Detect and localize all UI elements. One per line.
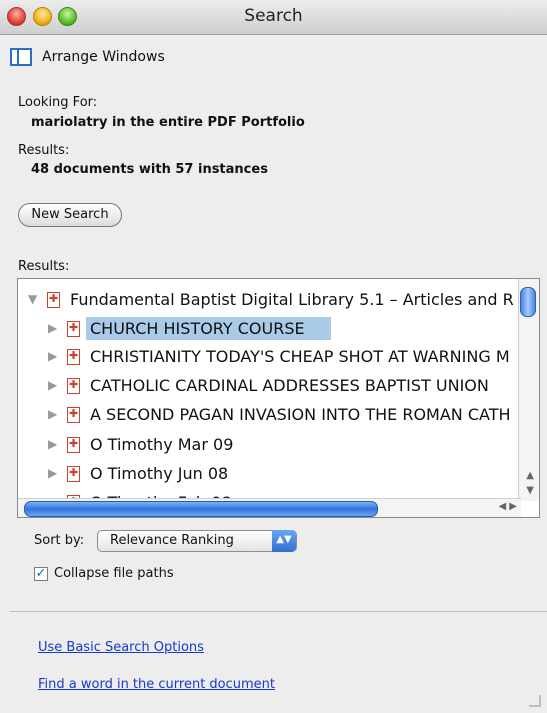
- pdf-icon: [66, 319, 82, 337]
- arrange-windows-label: Arrange Windows: [42, 49, 165, 65]
- collapsed-triangle-icon[interactable]: ▶: [48, 466, 66, 480]
- collapsed-triangle-icon[interactable]: ▶: [48, 321, 66, 335]
- result-row[interactable]: ▶ A SECOND PAGAN INVASION INTO THE ROMAN…: [48, 400, 511, 428]
- collapse-paths-label: Collapse file paths: [54, 566, 174, 581]
- pdf-icon: [66, 347, 82, 365]
- result-row[interactable]: ▶ O Timothy Jun 08: [48, 459, 228, 487]
- vertical-scroll-thumb[interactable]: [520, 287, 536, 317]
- vertical-scrollbar[interactable]: ▲ ▼: [518, 279, 539, 501]
- window-title: Search: [244, 6, 303, 26]
- collapsed-triangle-icon[interactable]: ▶: [48, 349, 66, 363]
- collapse-paths-checkbox[interactable]: ✓: [34, 567, 48, 581]
- result-label: CATHOLIC CARDINAL ADDRESSES BAPTIST UNIO…: [90, 375, 489, 395]
- basic-search-options-link[interactable]: Use Basic Search Options: [38, 640, 204, 655]
- collapsed-triangle-icon[interactable]: ▶: [48, 378, 66, 392]
- result-row[interactable]: ▶ CHURCH HISTORY COURSE: [48, 314, 331, 342]
- looking-for-value: mariolatry in the entire PDF Portfolio: [31, 115, 305, 130]
- resize-grip-icon[interactable]: [529, 695, 541, 707]
- find-word-link[interactable]: Find a word in the current document: [38, 677, 275, 692]
- results-list-label: Results:: [18, 259, 70, 274]
- select-arrows-icon: ▲▼: [272, 530, 296, 552]
- result-label: O Timothy Mar 09: [90, 434, 234, 454]
- tree-root-row[interactable]: ▼ Fundamental Baptist Digital Library 5.…: [28, 285, 514, 313]
- pdf-portfolio-icon: [46, 290, 62, 308]
- title-bar: Search: [0, 0, 547, 35]
- collapsed-triangle-icon[interactable]: ▶: [48, 437, 66, 451]
- arrange-windows-icon: [10, 48, 32, 66]
- sort-by-select[interactable]: Relevance Ranking ▲▼: [97, 530, 297, 552]
- results-tree[interactable]: ▼ Fundamental Baptist Digital Library 5.…: [17, 278, 540, 518]
- pdf-icon: [66, 376, 82, 394]
- tree-root-label: Fundamental Baptist Digital Library 5.1 …: [70, 289, 514, 309]
- results-summary-value: 48 documents with 57 instances: [31, 162, 268, 177]
- result-label: A SECOND PAGAN INVASION INTO THE ROMAN C…: [90, 404, 511, 424]
- separator: [10, 611, 547, 612]
- result-row[interactable]: ▶ CATHOLIC CARDINAL ADDRESSES BAPTIST UN…: [48, 371, 489, 399]
- result-label: CHRISTIANITY TODAY'S CHEAP SHOT AT WARNI…: [90, 346, 510, 366]
- collapsed-triangle-icon[interactable]: ▶: [48, 407, 66, 421]
- sort-by-value: Relevance Ranking: [110, 533, 234, 548]
- new-search-button[interactable]: New Search: [18, 203, 122, 227]
- sort-by-label: Sort by:: [34, 533, 85, 548]
- result-label-selected: CHURCH HISTORY COURSE: [86, 316, 331, 340]
- arrange-windows-button[interactable]: Arrange Windows: [10, 46, 165, 68]
- looking-for-label: Looking For:: [18, 95, 98, 110]
- pdf-icon: [66, 435, 82, 453]
- horizontal-scroll-thumb[interactable]: [24, 501, 378, 517]
- expanded-triangle-icon[interactable]: ▼: [28, 292, 46, 306]
- result-row[interactable]: ▶ CHRISTIANITY TODAY'S CHEAP SHOT AT WAR…: [48, 342, 510, 370]
- result-row[interactable]: ▶ O Timothy Mar 09: [48, 430, 233, 458]
- pdf-icon: [66, 464, 82, 482]
- results-summary-label: Results:: [18, 143, 70, 158]
- pdf-icon: [66, 405, 82, 423]
- horizontal-scrollbar[interactable]: ◀ ▶: [18, 498, 521, 517]
- scroll-down-arrow-icon[interactable]: ▼: [526, 485, 534, 496]
- result-label: O Timothy Jun 08: [90, 463, 229, 483]
- scroll-left-right-arrows-icon[interactable]: ◀ ▶: [498, 501, 517, 512]
- scroll-up-arrow-icon[interactable]: ▲: [526, 470, 534, 481]
